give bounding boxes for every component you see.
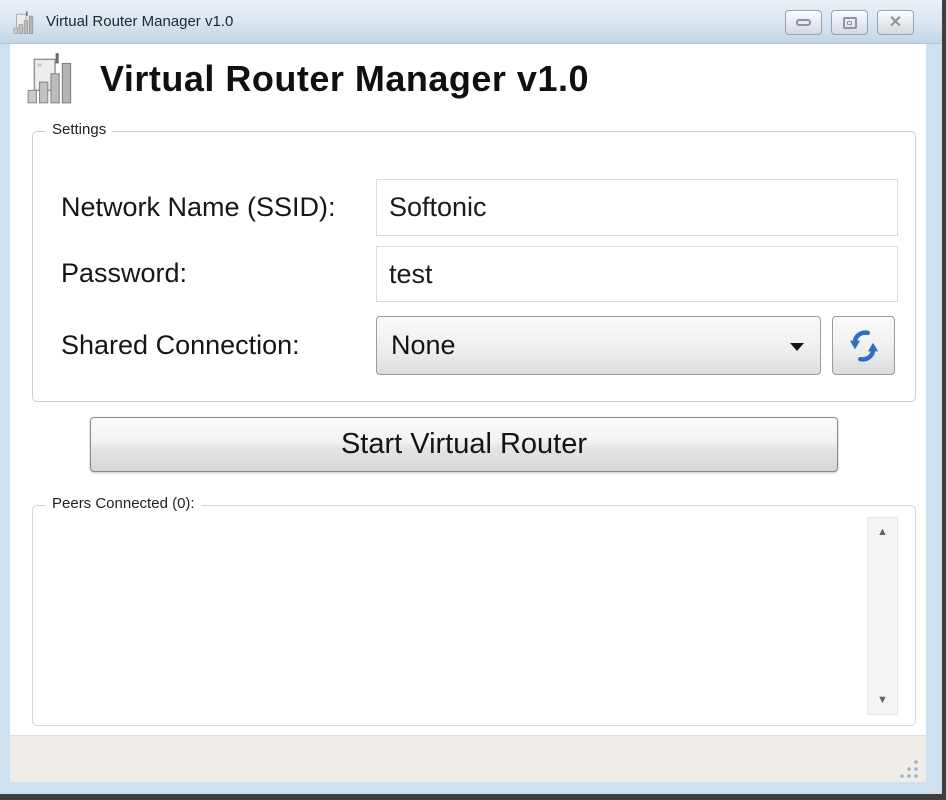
window-title: Virtual Router Manager v1.0: [46, 0, 233, 44]
password-label: Password:: [61, 246, 187, 301]
peers-group-label: Peers Connected (0):: [46, 495, 201, 512]
screen-background: Virtual Router Manager v1.0 ✕: [0, 0, 946, 800]
ssid-label: Network Name (SSID):: [61, 179, 336, 235]
ssid-input[interactable]: [376, 179, 898, 236]
refresh-connections-button[interactable]: [832, 316, 895, 375]
scroll-up-icon[interactable]: ▲: [868, 522, 897, 542]
scroll-down-icon[interactable]: ▼: [868, 690, 897, 710]
maximize-icon: [843, 17, 857, 29]
start-virtual-router-button[interactable]: Start Virtual Router: [90, 417, 838, 472]
footer-strip: [10, 735, 926, 782]
settings-group-label: Settings: [46, 121, 112, 138]
peers-groupbox: Peers Connected (0): ▲ ▼: [32, 505, 916, 726]
app-icon: [12, 11, 38, 35]
shared-connection-label: Shared Connection:: [61, 316, 300, 374]
password-input[interactable]: [376, 246, 898, 302]
close-icon: ✕: [889, 15, 902, 31]
refresh-icon: [846, 328, 882, 364]
close-button[interactable]: ✕: [877, 10, 914, 35]
app-window: Virtual Router Manager v1.0 ✕: [0, 0, 942, 794]
shared-connection-selected-value: None: [391, 330, 456, 361]
peers-list[interactable]: ▲ ▼: [35, 514, 913, 723]
minimize-button[interactable]: [785, 10, 822, 35]
page-title: Virtual Router Manager v1.0: [100, 58, 589, 100]
settings-groupbox: Settings Network Name (SSID): Password: …: [32, 131, 916, 402]
app-logo-icon: [24, 52, 82, 106]
minimize-icon: [796, 19, 811, 26]
titlebar[interactable]: Virtual Router Manager v1.0 ✕: [0, 0, 942, 44]
client-area: Virtual Router Manager v1.0 Settings Net…: [10, 44, 926, 782]
window-controls: ✕: [785, 10, 914, 35]
resize-grip-icon[interactable]: [898, 759, 920, 778]
shared-connection-dropdown[interactable]: None: [376, 316, 821, 375]
maximize-button[interactable]: [831, 10, 868, 35]
chevron-down-icon: [790, 343, 804, 351]
app-header: Virtual Router Manager v1.0: [24, 48, 589, 110]
peers-scrollbar[interactable]: ▲ ▼: [867, 517, 898, 715]
